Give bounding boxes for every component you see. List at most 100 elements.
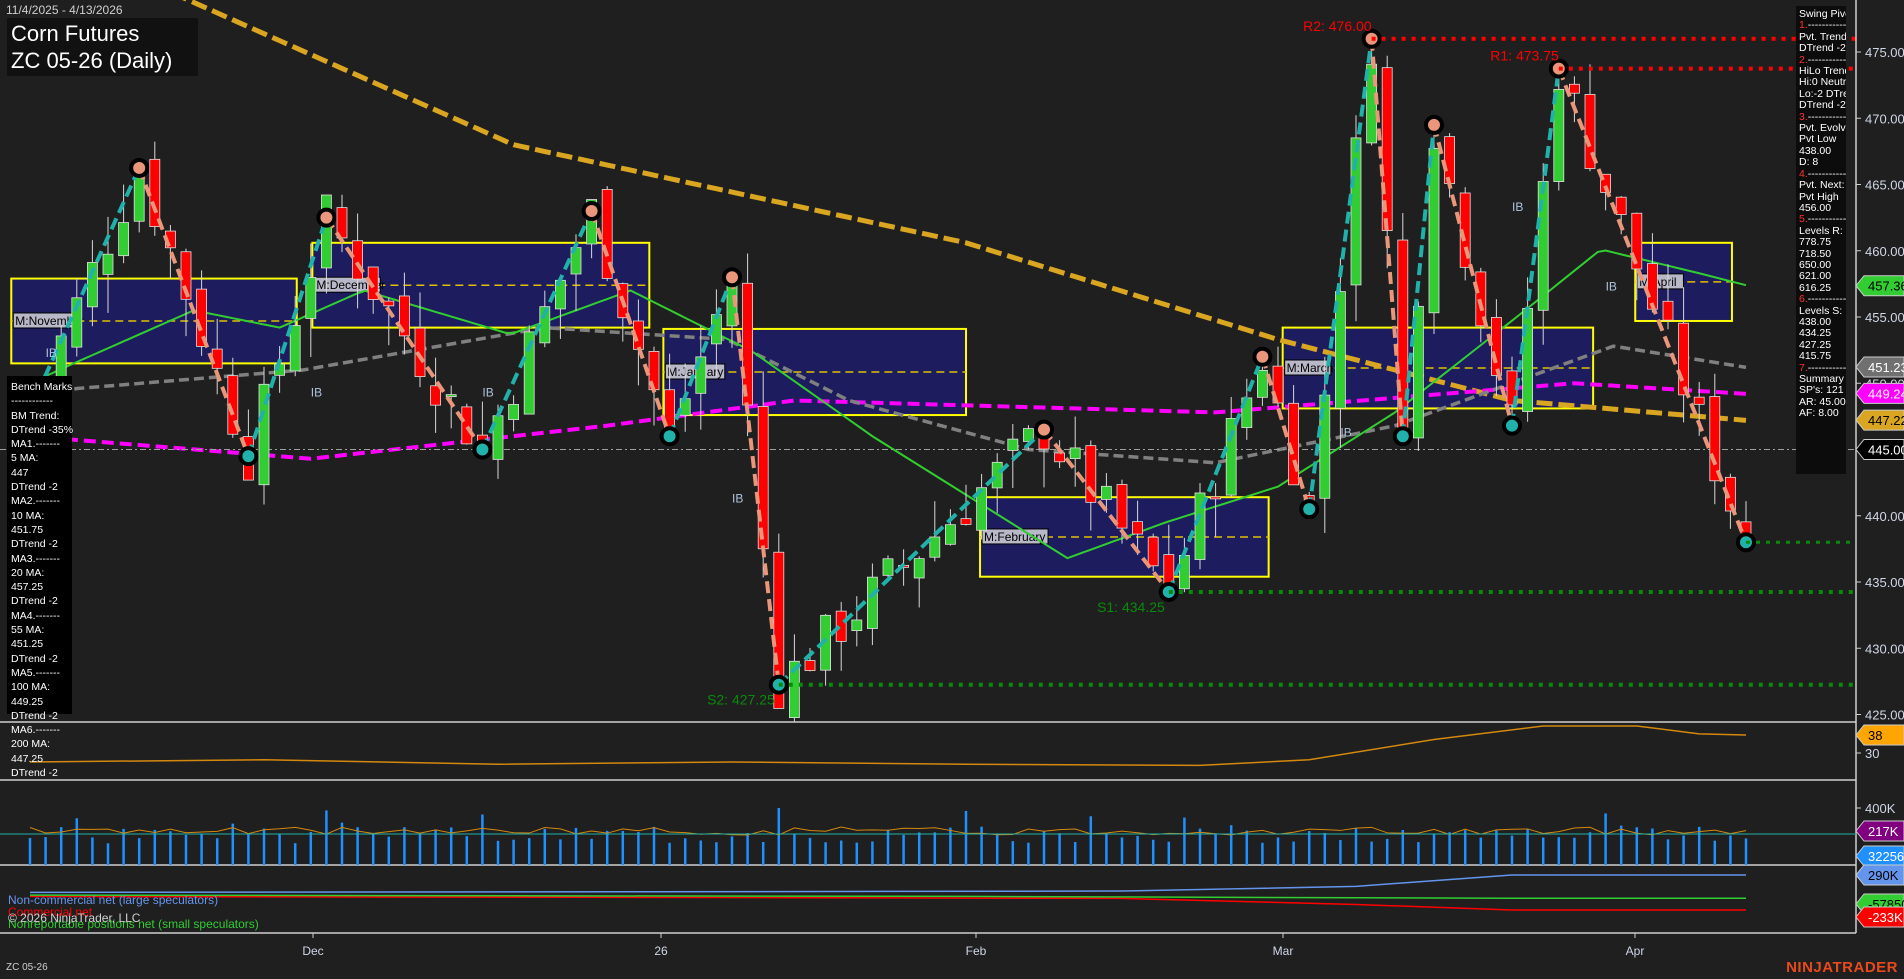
bench-marks-line: ------------ (11, 394, 72, 408)
date-range: 11/4/2025 - 4/13/2026 (6, 3, 123, 17)
candle-body (1694, 397, 1704, 404)
candle-body (1523, 308, 1533, 411)
ninjatrader-logo: NINJATRADER (1786, 959, 1898, 976)
candle-body (1133, 522, 1143, 534)
bench-marks-line: DTrend -2 (11, 537, 72, 551)
bench-marks-line: 10 MA: (11, 509, 72, 523)
pivot-high-marker (1426, 117, 1442, 133)
candle-body (384, 301, 394, 306)
swing-pivots-line: DTrend -2 (1799, 100, 1846, 111)
candle-body (961, 519, 971, 525)
time-axis-label: Feb (966, 944, 987, 958)
swing-pivots-line: D: 8 (1799, 157, 1846, 168)
bench-marks-line: BM Trend: (11, 409, 72, 423)
candle-body (1101, 486, 1111, 499)
price-tick-label: 475.00 (1865, 45, 1904, 60)
volume-tag: 217K (1868, 824, 1899, 839)
price-tick-label: 440.00 (1865, 509, 1904, 524)
bench-marks-line: MA2.------- (11, 494, 72, 508)
osc-tick-label: 30 (1865, 746, 1879, 761)
bench-marks-line: MA4.------- (11, 609, 72, 623)
candle-body (446, 395, 456, 397)
time-axis-label: Dec (302, 944, 323, 958)
bench-marks-line: MA5.------- (11, 666, 72, 680)
candle-body (103, 254, 113, 274)
bench-marks-line: 447.25 (11, 752, 72, 766)
pivot-low-marker (240, 448, 256, 464)
pivot-low-marker (1395, 428, 1411, 444)
inside-bar-label: IB (311, 386, 322, 400)
pivot-high-marker (724, 269, 740, 285)
inside-bar-label: IB (1340, 425, 1351, 439)
candle-body (1569, 84, 1579, 93)
instrument-label: ZC 05-26 (6, 962, 48, 973)
monthly-box-label: M:February (984, 530, 1045, 544)
candle-body (945, 525, 955, 545)
swing-pivots-line: 778.75 (1799, 237, 1846, 248)
swing-pivots-line: AF: 8.00 (1799, 408, 1846, 419)
osc-tag: 38 (1868, 728, 1882, 743)
cot-large-spec-line (30, 875, 1746, 892)
candle-body (1211, 497, 1221, 499)
bench-marks-line: DTrend -2 (11, 480, 72, 494)
bench-marks-line: 447 (11, 466, 72, 480)
bench-marks-line: DTrend -2 (11, 652, 72, 666)
bench-marks-line: MA3.------- (11, 552, 72, 566)
bench-marks-line: DTrend -2 (11, 594, 72, 608)
candle-body (462, 407, 472, 444)
candle-body (1663, 301, 1673, 320)
candle-body (883, 559, 893, 576)
time-axis-label: Apr (1626, 944, 1645, 958)
candle-body (150, 159, 160, 226)
price-tag: 451.23 (1868, 360, 1904, 375)
level-label: R2: 476.00 (1303, 18, 1372, 34)
chart-title-box: Corn Futures ZC 05-26 (Daily) (7, 18, 198, 76)
swing-pivots-line: DTrend -2 (1799, 43, 1846, 54)
price-chart[interactable]: M:NovemberM:DecemberM:JanuaryM:FebruaryM… (0, 0, 1904, 979)
bench-marks-line: 449.25 (11, 695, 72, 709)
main-plot: M:NovemberM:DecemberM:JanuaryM:FebruaryM… (0, 0, 1856, 724)
price-tick-label: 425.00 (1865, 708, 1904, 723)
candle-body (805, 661, 815, 671)
pivot-low-marker (1504, 418, 1520, 434)
candle-body (914, 559, 924, 578)
chart-title: Corn Futures (11, 20, 194, 47)
candle-body (992, 462, 1002, 488)
level-label: S1: 434.25 (1097, 599, 1165, 615)
bench-marks-panel: Bench Marks------------BM Trend: DTrend -… (7, 376, 72, 714)
candle-body (306, 277, 316, 318)
candle-body (1179, 555, 1189, 588)
pivot-low-marker (1301, 501, 1317, 517)
price-tick-label: 470.00 (1865, 111, 1904, 126)
bench-marks-line: 200 MA: (11, 737, 72, 751)
time-axis-label: Mar (1273, 944, 1294, 958)
chart-subtitle: ZC 05-26 (Daily) (11, 47, 194, 74)
oi-tag: 32256 (1868, 849, 1904, 864)
volume-tick-label: 400K (1865, 801, 1896, 816)
bench-marks-line: MA1.------- (11, 437, 72, 451)
candle-body (119, 223, 129, 256)
bench-marks-line: 451.25 (11, 637, 72, 651)
price-tag: 445.00 (1868, 443, 1904, 458)
inside-bar-label: IB (732, 492, 743, 506)
swing-pivots-panel: Swing Pivots1.-------------Pvt. Trend:DT… (1796, 6, 1846, 474)
price-tag: 449.24 (1868, 386, 1904, 401)
candle-body (353, 241, 363, 279)
candle-body (1008, 439, 1018, 450)
copyright: © 2026 NinjaTrader, LLC (8, 911, 140, 925)
bench-marks-line: Bench Marks (11, 380, 72, 394)
price-tick-label: 435.00 (1865, 575, 1904, 590)
inside-bar-label: IB (1512, 200, 1523, 214)
inside-bar-label: IB (1606, 280, 1617, 294)
inside-bar-label: IB (482, 386, 493, 400)
bench-marks-line: 55 MA: (11, 623, 72, 637)
candle-body (1429, 148, 1439, 312)
inside-bar-label: IB (46, 346, 57, 360)
swing-pivots-line: 415.75 (1799, 351, 1846, 362)
swing-pivots-line: Pvt. Next: (1799, 180, 1846, 191)
bench-marks-line: 457.25 (11, 580, 72, 594)
price-tick-label: 455.00 (1865, 310, 1904, 325)
bench-marks-line: MA6.------- (11, 723, 72, 737)
candle-body (930, 537, 940, 557)
cot-tag: -233K (1868, 910, 1903, 925)
